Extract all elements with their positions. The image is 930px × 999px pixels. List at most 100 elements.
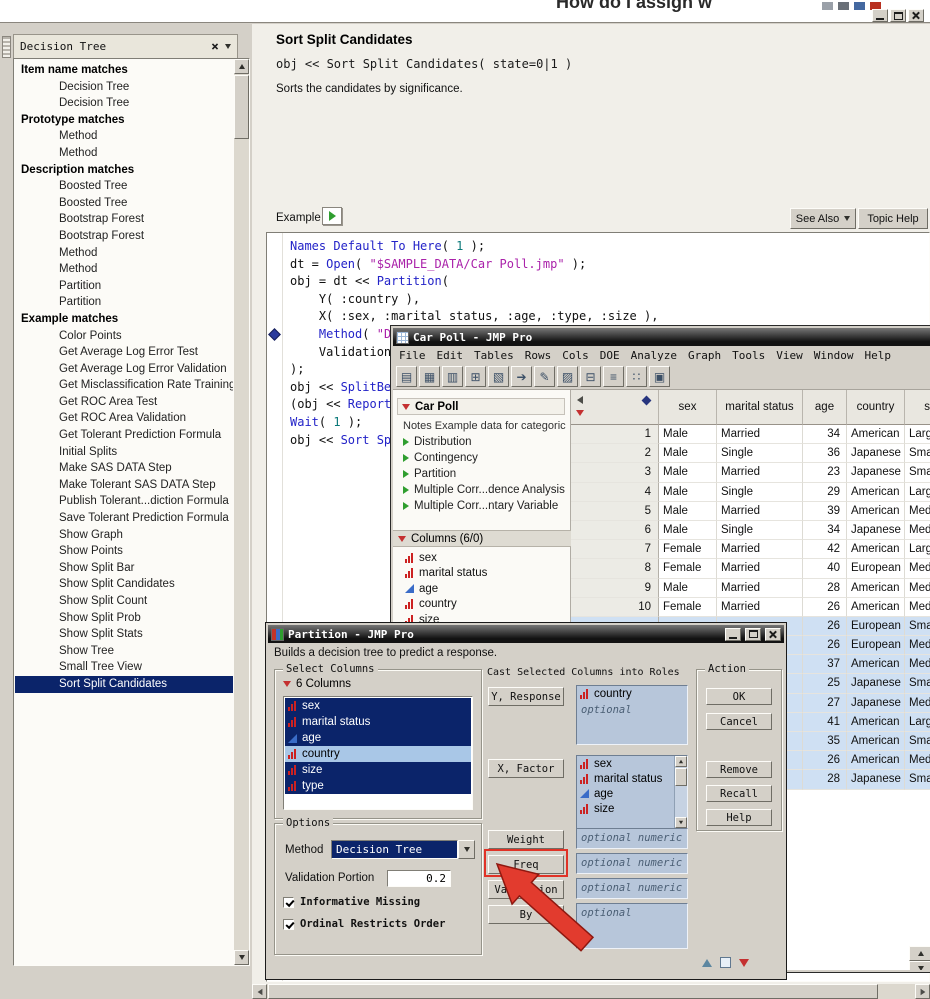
table-row[interactable]: 8 Female Married 40 European Med (571, 559, 930, 579)
table-row[interactable]: 2 Male Single 36 Japanese Smal (571, 444, 930, 464)
cell-country[interactable]: American (847, 655, 905, 675)
menu-item[interactable]: File (399, 349, 426, 362)
scroll-up-button[interactable] (675, 756, 687, 767)
cell-size[interactable]: Larg (905, 425, 930, 445)
x-factor-button[interactable]: X, Factor (488, 759, 564, 778)
columns-menu-icon[interactable] (576, 410, 584, 416)
table-row[interactable]: 9 Male Married 28 American Med (571, 578, 930, 598)
maximize-button[interactable] (745, 627, 761, 641)
column-list-item[interactable]: size (285, 762, 471, 778)
cell-age[interactable]: 36 (803, 444, 847, 464)
cell-age[interactable]: 39 (803, 501, 847, 521)
table-row[interactable]: 1 Male Married 34 American Larg (571, 425, 930, 445)
search-result-item[interactable]: Make SAS DATA Step (15, 460, 233, 477)
cell-size[interactable]: Smal (905, 463, 930, 483)
grid-scrollbar-fragment[interactable] (909, 946, 930, 970)
dropdown-arrow-icon[interactable] (458, 840, 475, 859)
toolbar-icon[interactable]: ⊟ (580, 366, 601, 387)
scroll-up-button[interactable] (234, 59, 249, 74)
toolbar-icon[interactable]: ✎ (534, 366, 555, 387)
column-list-item[interactable]: country (285, 746, 471, 762)
cell-sex[interactable]: Male (659, 425, 717, 445)
role-column-item[interactable]: size (577, 801, 687, 816)
weight-role-box[interactable]: optional numeric (576, 828, 688, 849)
minimize-button[interactable] (872, 9, 888, 22)
cell-country[interactable]: European (847, 636, 905, 656)
toolbar-icon[interactable]: ∷ (626, 366, 647, 387)
role-column-item[interactable]: country (577, 686, 687, 701)
cell-country[interactable]: Japanese (847, 674, 905, 694)
menu-item[interactable]: Analyze (631, 349, 677, 362)
column-list-item[interactable]: type (285, 778, 471, 794)
column-item[interactable]: sex (405, 550, 487, 566)
role-column-item[interactable]: age (577, 786, 687, 801)
role-column-item[interactable]: sex (577, 756, 687, 771)
cell-sex[interactable]: Male (659, 520, 717, 541)
red-triangle-icon[interactable] (283, 681, 291, 687)
cell-age[interactable]: 26 (803, 751, 847, 771)
search-result-item[interactable]: Show Tree (15, 643, 233, 660)
cell-country[interactable]: Japanese (847, 770, 905, 790)
search-result-item[interactable]: Method (15, 245, 233, 262)
cell-size[interactable]: Med (905, 502, 930, 521)
cell-age[interactable]: 28 (803, 578, 847, 598)
search-result-item[interactable]: Publish Tolerant...diction Formula (15, 493, 233, 510)
scroll-thumb[interactable] (675, 768, 687, 786)
search-result-item[interactable]: Save Tolerant Prediction Formula (15, 510, 233, 527)
cell-age[interactable]: 28 (803, 770, 847, 790)
cell-size[interactable]: Med (905, 636, 930, 656)
run-example-button[interactable] (322, 207, 342, 225)
red-triangle-icon[interactable] (739, 958, 749, 967)
topic-help-button[interactable]: Topic Help (858, 208, 928, 229)
dialog-titlebar[interactable]: Partition - JMP Pro (268, 625, 784, 643)
cell-size[interactable]: Med (905, 521, 930, 541)
toolbar-icon[interactable]: ≡ (603, 366, 624, 387)
script-item[interactable]: Contingency (403, 450, 565, 466)
toolbar-icon[interactable]: ▤ (396, 366, 417, 387)
menu-item[interactable]: View (776, 349, 803, 362)
cell-age[interactable]: 26 (803, 616, 847, 637)
cell-marital-status[interactable]: Married (717, 559, 803, 579)
cell-marital-status[interactable]: Married (717, 597, 803, 617)
cell-country[interactable]: European (847, 616, 905, 637)
panel-handle[interactable] (2, 36, 11, 58)
cell-marital-status[interactable]: Single (717, 444, 803, 464)
maximize-button[interactable] (890, 9, 906, 22)
cell-country[interactable]: American (847, 578, 905, 598)
script-run-icon[interactable] (403, 470, 409, 478)
toolbar-icon[interactable]: ▧ (488, 366, 509, 387)
row-number-cell[interactable]: 2 (571, 444, 659, 464)
status-box-icon[interactable] (720, 957, 731, 968)
method-dropdown[interactable]: Decision Tree (331, 840, 475, 859)
column-header[interactable]: size (905, 390, 930, 425)
cell-marital-status[interactable]: Married (717, 463, 803, 483)
scroll-down-button[interactable] (675, 817, 687, 828)
table-row[interactable]: 3 Male Married 23 Japanese Smal (571, 463, 930, 483)
search-result-item[interactable]: Partition (15, 278, 233, 295)
table-row[interactable]: 6 Male Single 34 Japanese Med (571, 520, 930, 541)
column-header[interactable]: sex (659, 390, 717, 425)
checkbox-checked-icon[interactable] (283, 896, 294, 908)
cell-sex[interactable]: Male (659, 463, 717, 483)
cell-country[interactable]: American (847, 540, 905, 560)
search-result-item[interactable]: Show Graph (15, 527, 233, 544)
search-result-item[interactable]: Decision Tree (15, 79, 233, 96)
menu-item[interactable]: Cols (562, 349, 589, 362)
script-item[interactable]: Distribution (403, 434, 565, 450)
cell-country[interactable]: Japanese (847, 444, 905, 464)
menu-item[interactable]: Edit (437, 349, 464, 362)
cell-country[interactable]: American (847, 732, 905, 752)
cell-size[interactable]: Smal (905, 770, 930, 790)
y-role-box[interactable]: country optional (576, 685, 688, 745)
cell-country[interactable]: American (847, 712, 905, 732)
grid-corner[interactable] (571, 390, 659, 425)
cancel-button[interactable]: Cancel (706, 713, 772, 730)
script-run-icon[interactable] (403, 454, 409, 462)
column-item[interactable]: country (405, 597, 487, 613)
close-button[interactable] (765, 627, 781, 641)
cell-age[interactable]: 37 (803, 655, 847, 675)
search-result-item[interactable]: Get Misclassification Rate Training (15, 377, 233, 394)
script-item[interactable]: Multiple Corr...ntary Variable (403, 498, 565, 514)
scroll-left-button[interactable] (252, 984, 267, 999)
cell-marital-status[interactable]: Married (717, 540, 803, 560)
